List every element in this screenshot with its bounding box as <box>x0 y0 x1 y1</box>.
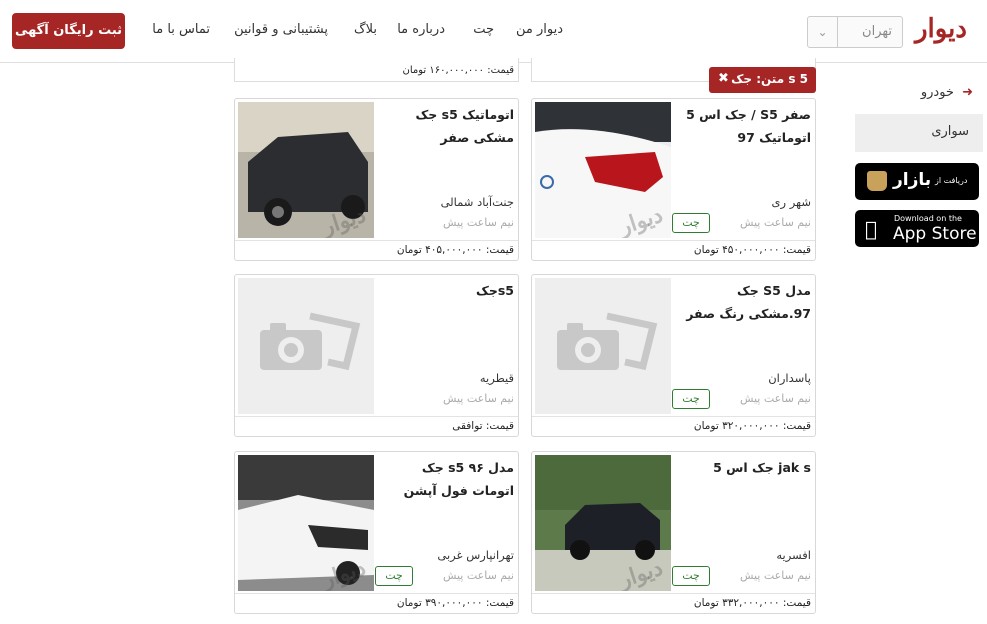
ad-photo[interactable] <box>535 278 671 414</box>
top-header: دیوار تهران ⌄ دیوار من چت درباره ما بلاگ… <box>0 0 987 63</box>
ad-title[interactable]: جک s5 مدل ۹۶ اتومات فول آپشن <box>382 456 514 502</box>
ad-time: نیم ساعت پیش <box>442 392 514 405</box>
category-label: خودرو <box>920 85 954 100</box>
card-price: قیمت: ۱۶۰,۰۰۰,۰۰۰ تومان <box>402 65 514 76</box>
ad-location: قیطریه <box>479 371 514 385</box>
nav-chat[interactable]: چت <box>473 22 494 37</box>
ad-photo[interactable]: دیوار <box>238 455 374 591</box>
divider <box>235 593 518 594</box>
divider <box>532 416 815 417</box>
divider <box>532 240 815 241</box>
ad-location: تهرانپارس غربی <box>437 548 514 562</box>
bazaar-caption: دریافت از <box>935 176 968 185</box>
ad-location: افسریه <box>776 548 811 562</box>
ad-card[interactable]: دیوار جک اس 5 jak s افسریه نیم ساعت پیش چت قی… <box>531 451 816 614</box>
bazaar-download-button[interactable]: بازار دریافت از <box>855 163 979 200</box>
nav-my-divar[interactable]: دیوار من <box>516 22 563 37</box>
ad-price: قیمت: ۴۰۵,۰۰۰,۰۰۰ تومان <box>396 244 514 256</box>
chat-button[interactable]: چت <box>375 566 413 586</box>
close-icon[interactable]: ✖ <box>718 71 729 86</box>
bazaar-bag-icon <box>867 171 887 191</box>
chat-button[interactable]: چت <box>672 213 710 233</box>
divider <box>235 240 518 241</box>
chat-button[interactable]: چت <box>672 566 710 586</box>
partial-card[interactable]: قیمت: ۱۶۰,۰۰۰,۰۰۰ تومان <box>234 58 519 82</box>
ad-price: قیمت: ۴۵۰,۰۰۰,۰۰۰ تومان <box>693 244 811 256</box>
nav-about[interactable]: درباره ما <box>397 22 445 37</box>
sidebar-subcategory[interactable]: سواری <box>855 114 983 152</box>
ad-card[interactable]: دیوار جک s5 اتوماتیک مشکی صفر جنت‌آباد شما… <box>234 98 519 261</box>
ad-title[interactable]: جک اس 5 / S5 صفر اتوماتیک 97 <box>679 103 811 149</box>
ad-location: شهر ری <box>771 195 812 209</box>
ad-time: نیم ساعت پیش <box>739 569 811 582</box>
ad-time: نیم ساعت پیش <box>739 392 811 405</box>
ad-card[interactable]: جکs5 قیطریه نیم ساعت پیش قیمت: توافقی <box>234 274 519 437</box>
ad-time: نیم ساعت پیش <box>442 569 514 582</box>
bazaar-brand: بازار <box>893 170 932 190</box>
ad-photo[interactable]: دیوار <box>535 455 671 591</box>
chat-button[interactable]: چت <box>672 389 710 409</box>
ad-price: قیمت: ۳۲۰,۰۰۰,۰۰۰ تومان <box>693 420 811 432</box>
apple-icon:  <box>865 217 877 241</box>
ad-time: نیم ساعت پیش <box>739 216 811 229</box>
appstore-download-button[interactable]:  Download on the App Store <box>855 210 979 247</box>
ad-photo[interactable] <box>238 278 374 414</box>
ad-time: نیم ساعت پیش <box>442 216 514 229</box>
ad-card[interactable]: دیوار جک اس 5 / S5 صفر اتوماتیک 97 شهر ری ن… <box>531 98 816 261</box>
ad-price: قیمت: ۳۳۲,۰۰۰,۰۰۰ تومان <box>693 597 811 609</box>
appstore-brand: App Store <box>893 224 977 244</box>
active-filter-tag[interactable]: ✖ متن: جک s 5 <box>709 67 816 93</box>
city-label: تهران <box>862 24 892 39</box>
ad-photo[interactable]: دیوار <box>238 102 374 238</box>
post-ad-button[interactable]: ثبت رایگان آگهی <box>12 13 125 49</box>
ad-card[interactable]: دیوار جک s5 مدل ۹۶ اتومات فول آپشن تهرانپا… <box>234 451 519 614</box>
divider <box>235 416 518 417</box>
ad-title[interactable]: جک s5 اتوماتیک مشکی صفر <box>382 103 515 149</box>
city-selector[interactable]: تهران ⌄ <box>807 16 903 48</box>
divar-logo[interactable]: دیوار <box>915 14 967 44</box>
ad-card[interactable]: جک S5 مدل 97.مشکی رنگ صفر پاسداران نیم ساع… <box>531 274 816 437</box>
ad-photo[interactable]: دیوار <box>535 102 671 238</box>
ad-location: پاسداران <box>768 371 811 385</box>
chevron-down-icon[interactable]: ⌄ <box>808 17 838 47</box>
nav-blog[interactable]: بلاگ <box>354 22 377 37</box>
nav-contact[interactable]: تماس با ما <box>152 22 210 37</box>
ad-price: قیمت: توافقی <box>452 420 514 432</box>
filter-tag-label: متن: جک s 5 <box>731 72 808 86</box>
ad-title[interactable]: جک اس 5 jak s <box>679 456 811 479</box>
appstore-caption: Download on the <box>894 214 962 223</box>
ad-price: قیمت: ۳۹۰,۰۰۰,۰۰۰ تومان <box>396 597 514 609</box>
ad-location: جنت‌آباد شمالی <box>440 195 514 209</box>
nav-support[interactable]: پشتیبانی و قوانین <box>234 22 328 37</box>
ad-title[interactable]: جکs5 <box>382 279 514 302</box>
arrow-right-icon: ➜ <box>962 85 973 100</box>
ad-title[interactable]: جک S5 مدل 97.مشکی رنگ صفر <box>679 279 811 325</box>
divider <box>532 593 815 594</box>
sidebar-category[interactable]: خودرو ➜ <box>921 85 973 100</box>
